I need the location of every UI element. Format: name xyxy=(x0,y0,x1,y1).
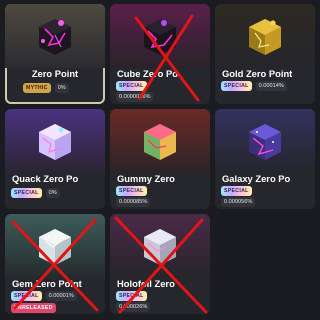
item-card-gummy-zero-point[interactable]: Gummy Zero SPECIAL 0.000085% xyxy=(110,109,210,209)
cube-gummy-icon xyxy=(144,124,176,160)
item-name: Zero Point xyxy=(31,68,79,79)
item-name: Gold Zero Point xyxy=(222,68,293,79)
item-name: Gummy Zero xyxy=(117,173,175,184)
item-grid: Zero Point MYTHIC 0% Cube Zero Po SPECIA… xyxy=(5,4,315,314)
drop-chance: 0.000085% xyxy=(116,197,151,207)
cube-gold-icon xyxy=(249,19,281,55)
item-name: Gem Zero Point xyxy=(12,278,82,289)
cube-galaxy-icon xyxy=(249,124,281,160)
rarity-badge: SPECIAL xyxy=(221,81,252,91)
item-card-zero-point[interactable]: Zero Point MYTHIC 0% xyxy=(5,4,105,104)
rarity-badge: MYTHIC xyxy=(23,83,51,93)
item-name: Quack Zero Po xyxy=(12,173,79,184)
rarity-badge: SPECIAL xyxy=(221,186,252,196)
drop-chance: 0.00001% xyxy=(45,291,77,301)
item-card-cube-zero-point[interactable]: Cube Zero Po SPECIAL 0.0000016% xyxy=(110,4,210,104)
rarity-badge: SPECIAL xyxy=(116,81,147,91)
drop-chance: 0% xyxy=(45,188,60,198)
unreleased-badge: UNRELEASED xyxy=(11,303,56,313)
cube-holofoil-icon xyxy=(144,229,176,265)
item-card-holofoil-zero-point[interactable]: Holofoil Zero SPECIAL 0.000026% xyxy=(110,214,210,314)
item-card-galaxy-zero-point[interactable]: Galaxy Zero Po SPECIAL 0.000056% xyxy=(215,109,315,209)
cube-dark-pink-icon xyxy=(39,19,71,55)
item-card-quack-zero-point[interactable]: Quack Zero Po SPECIAL 0% xyxy=(5,109,105,209)
rarity-badge: SPECIAL xyxy=(11,188,42,198)
item-name: Galaxy Zero Po xyxy=(222,173,291,184)
item-name: Cube Zero Po xyxy=(117,68,178,79)
drop-chance: 0.000026% xyxy=(116,302,151,312)
cube-dark-pink-icon xyxy=(144,19,176,55)
rarity-badge: SPECIAL xyxy=(11,291,42,301)
drop-chance: 0.000056% xyxy=(221,197,256,207)
drop-chance: 0% xyxy=(54,83,69,93)
drop-chance: 0.00014% xyxy=(255,81,287,91)
item-card-gem-zero-point[interactable]: Gem Zero Point SPECIAL 0.00001% UNRELEAS… xyxy=(5,214,105,314)
cube-iridescent-icon xyxy=(39,124,71,160)
rarity-badge: SPECIAL xyxy=(116,291,147,301)
item-name: Holofoil Zero xyxy=(117,278,175,289)
rarity-badge: SPECIAL xyxy=(116,186,147,196)
item-card-gold-zero-point[interactable]: Gold Zero Point SPECIAL 0.00014% xyxy=(215,4,315,104)
cube-gem-icon xyxy=(39,229,71,265)
drop-chance: 0.0000016% xyxy=(116,92,154,102)
